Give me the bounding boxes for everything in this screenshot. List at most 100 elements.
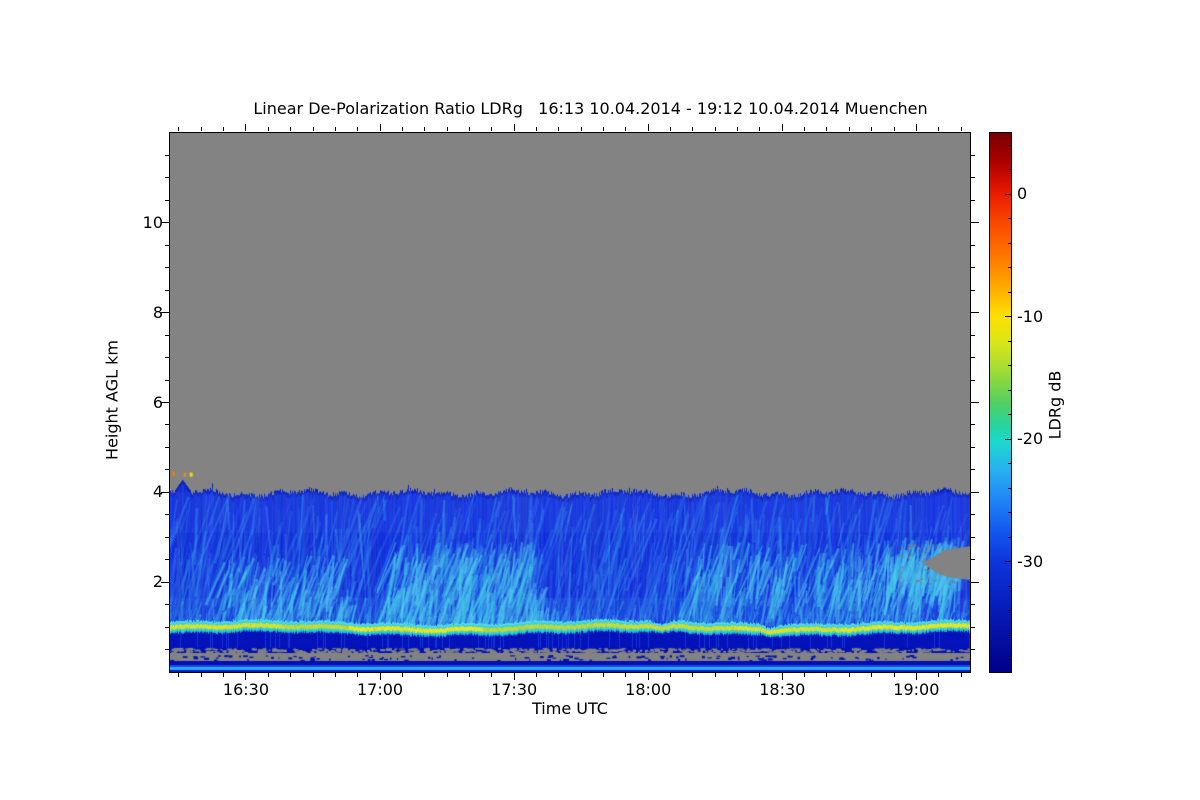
y-major-tick-right	[971, 402, 979, 403]
x-major-tick	[513, 673, 515, 680]
x-minor-tick	[826, 673, 828, 677]
x-minor-tick	[357, 673, 359, 677]
y-major-tick-right	[971, 491, 979, 493]
x-minor-tick	[401, 673, 403, 677]
y-minor-tick	[165, 357, 169, 359]
x-minor-tick	[804, 673, 806, 677]
x-minor-tick-top	[960, 127, 962, 131]
heatmap-canvas	[170, 133, 970, 672]
y-minor-tick	[165, 424, 169, 426]
x-tick-label: 18:30	[759, 680, 806, 699]
y-minor-tick	[165, 244, 169, 246]
y-minor-tick	[165, 267, 169, 269]
x-minor-tick	[737, 673, 739, 677]
x-minor-tick	[424, 673, 426, 677]
colorbar-tick-label: -10	[1017, 306, 1044, 326]
x-minor-tick	[446, 673, 448, 677]
x-major-tick	[647, 673, 649, 680]
colorbar-minor-tick	[1008, 291, 1011, 293]
y-minor-tick-right	[971, 514, 975, 516]
y-minor-tick	[165, 334, 169, 336]
y-minor-tick-right	[971, 177, 975, 179]
y-minor-tick	[165, 536, 169, 538]
x-minor-tick	[871, 673, 873, 677]
x-minor-tick-top	[491, 127, 493, 131]
x-minor-tick-top	[468, 127, 470, 131]
x-minor-tick	[267, 673, 269, 677]
x-major-tick	[379, 673, 381, 680]
y-minor-tick	[165, 199, 169, 201]
colorbar-minor-tick	[1008, 267, 1011, 269]
x-minor-tick-top	[312, 127, 314, 131]
y-major-tick-right	[971, 222, 979, 224]
x-minor-tick-top	[714, 127, 716, 131]
x-major-tick-top	[915, 124, 917, 131]
y-minor-tick-right	[971, 424, 975, 426]
x-minor-tick	[692, 673, 694, 677]
x-minor-tick	[535, 673, 537, 677]
colorbar-minor-tick	[1008, 365, 1011, 367]
x-minor-tick	[290, 673, 292, 677]
y-tick-label: 8	[152, 302, 163, 322]
x-minor-tick	[670, 673, 672, 677]
x-minor-tick-top	[535, 127, 537, 131]
colorbar-minor-tick	[1008, 340, 1011, 342]
colorbar-minor-tick	[1008, 634, 1011, 636]
y-minor-tick-right	[971, 379, 975, 381]
y-minor-tick-right	[971, 626, 975, 628]
colorbar-tick-label: 0	[1017, 184, 1028, 204]
y-major-tick-right	[971, 581, 979, 583]
y-minor-tick	[165, 154, 169, 156]
y-minor-tick-right	[971, 536, 975, 538]
x-minor-tick-top	[893, 127, 895, 131]
y-minor-tick-right	[971, 267, 975, 269]
x-minor-tick-top	[334, 127, 336, 131]
y-minor-tick	[165, 379, 169, 381]
y-minor-tick	[165, 649, 169, 651]
x-minor-tick	[558, 673, 560, 677]
x-minor-tick	[893, 673, 895, 677]
x-minor-tick	[714, 673, 716, 677]
x-major-tick	[915, 673, 917, 680]
colorbar-minor-tick	[1008, 389, 1011, 391]
y-major-tick-right	[971, 312, 979, 314]
x-minor-tick	[603, 673, 605, 677]
colorbar-major-tick	[1005, 316, 1011, 318]
x-minor-tick	[468, 673, 470, 677]
x-minor-tick-top	[223, 127, 225, 131]
x-minor-tick-top	[290, 127, 292, 131]
x-tick-label: 16:30	[222, 680, 270, 699]
y-minor-tick	[165, 604, 169, 606]
x-minor-tick-top	[357, 127, 359, 131]
x-minor-tick	[223, 673, 225, 677]
plot-area	[169, 132, 971, 673]
y-minor-tick-right	[971, 446, 975, 448]
colorbar-minor-tick	[1008, 218, 1011, 220]
x-minor-tick	[178, 673, 180, 677]
y-minor-tick-right	[971, 469, 975, 471]
x-minor-tick	[312, 673, 314, 677]
x-tick-label: 19:00	[893, 680, 940, 699]
y-tick-label: 4	[152, 482, 163, 502]
x-minor-tick-top	[446, 127, 448, 131]
colorbar-minor-tick	[1008, 487, 1011, 489]
y-minor-tick-right	[971, 649, 975, 651]
colorbar-minor-tick	[1008, 144, 1011, 146]
colorbar-minor-tick	[1008, 242, 1011, 244]
x-major-tick-top	[245, 124, 247, 131]
colorbar-tick-label: -30	[1017, 551, 1044, 571]
x-minor-tick-top	[938, 127, 940, 131]
x-minor-tick-top	[804, 127, 806, 131]
x-minor-tick-top	[848, 127, 850, 131]
x-tick-label: 18:00	[625, 680, 672, 699]
y-minor-tick	[165, 559, 169, 561]
x-minor-tick-top	[267, 127, 269, 131]
y-minor-tick-right	[971, 244, 975, 246]
x-minor-tick	[200, 673, 202, 677]
y-minor-tick-right	[971, 559, 975, 561]
x-minor-tick-top	[737, 127, 739, 131]
colorbar	[989, 132, 1012, 673]
y-tick-label: 2	[152, 572, 163, 592]
ldr-time-height-figure: Linear De-Polarization Ratio LDRg 16:13 …	[0, 0, 1200, 800]
colorbar-major-tick	[1005, 561, 1011, 563]
